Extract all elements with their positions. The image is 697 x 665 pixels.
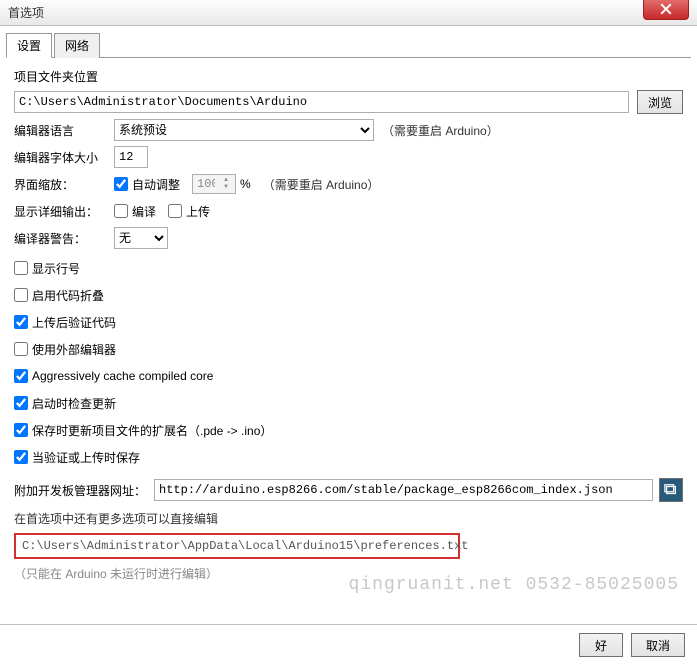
tab-settings[interactable]: 设置: [6, 33, 52, 58]
font-size-input[interactable]: [114, 146, 148, 168]
verbose-compile-label: 编译: [132, 203, 156, 220]
verbose-label: 显示详细输出：: [14, 203, 114, 220]
close-icon: [660, 3, 672, 15]
opt-aggressive-cache[interactable]: Aggressively cache compiled core: [14, 369, 213, 383]
options-list: 显示行号 启用代码折叠 上传后验证代码 使用外部编辑器 Aggressively…: [14, 257, 683, 468]
window-expand-icon: [664, 483, 678, 497]
verbose-upload-checkbox[interactable]: 上传: [168, 203, 210, 220]
scale-hint: （需要重启 Arduino）: [263, 176, 380, 193]
titlebar: 首选项: [0, 0, 697, 26]
scale-auto-label: 自动调整: [132, 176, 180, 193]
opt-code-folding[interactable]: 启用代码折叠: [14, 287, 104, 304]
editor-lang-hint: （需要重启 Arduino）: [382, 122, 499, 139]
window-close-button[interactable]: [643, 0, 689, 20]
scale-auto-checkbox[interactable]: 自动调整: [114, 176, 180, 193]
tab-bar: 设置 网络: [6, 32, 691, 58]
boards-url-expand-button[interactable]: [659, 478, 683, 502]
opt-line-numbers[interactable]: 显示行号: [14, 260, 80, 277]
scale-spinner[interactable]: ▲▼: [192, 174, 236, 194]
sketchbook-row: 浏览: [14, 90, 683, 114]
prefs-file-path[interactable]: C:\Users\Administrator\AppData\Local\Ard…: [14, 533, 460, 559]
opt-verify-after-upload[interactable]: 上传后验证代码: [14, 314, 116, 331]
font-size-row: 编辑器字体大小: [14, 146, 683, 168]
sketchbook-heading: 项目文件夹位置: [14, 68, 683, 85]
verbose-compile-input[interactable]: [114, 204, 128, 218]
ok-button[interactable]: 好: [579, 633, 623, 657]
opt-save-on-verify[interactable]: 当验证或上传时保存: [14, 449, 140, 466]
spinner-buttons[interactable]: ▲▼: [219, 177, 233, 191]
verbose-upload-input[interactable]: [168, 204, 182, 218]
tab-network[interactable]: 网络: [54, 33, 100, 58]
scale-auto-input[interactable]: [114, 177, 128, 191]
scale-percent: %: [240, 177, 251, 191]
window-title: 首选项: [8, 4, 44, 21]
scale-value-input[interactable]: [193, 173, 219, 195]
opt-external-editor[interactable]: 使用外部编辑器: [14, 341, 116, 358]
warnings-label: 编译器警告：: [14, 230, 114, 247]
scale-label: 界面缩放：: [14, 176, 114, 193]
boards-url-row: 附加开发板管理器网址：: [14, 478, 683, 502]
settings-panel: 项目文件夹位置 浏览 编辑器语言 系统预设 （需要重启 Arduino） 编辑器…: [0, 58, 697, 624]
preferences-dialog: 首选项 设置 网络 项目文件夹位置 浏览 编辑器语言 系统预设 （需要重启 Ar…: [0, 0, 697, 665]
verbose-compile-checkbox[interactable]: 编译: [114, 203, 156, 220]
editor-lang-label: 编辑器语言: [14, 122, 114, 139]
dialog-footer: 好 取消: [0, 624, 697, 665]
sketchbook-path-input[interactable]: [14, 91, 629, 113]
editor-lang-select[interactable]: 系统预设: [114, 119, 374, 141]
boards-url-label: 附加开发板管理器网址：: [14, 482, 154, 499]
font-size-label: 编辑器字体大小: [14, 149, 114, 166]
scale-row: 界面缩放： 自动调整 ▲▼ % （需要重启 Arduino）: [14, 173, 683, 195]
more-prefs-text: 在首选项中还有更多选项可以直接编辑: [14, 510, 683, 527]
opt-check-updates[interactable]: 启动时检查更新: [14, 395, 116, 412]
verbose-upload-label: 上传: [186, 203, 210, 220]
warnings-row: 编译器警告： 无: [14, 227, 683, 249]
warnings-select[interactable]: 无: [114, 227, 168, 249]
browse-button[interactable]: 浏览: [637, 90, 683, 114]
boards-url-input[interactable]: [154, 479, 653, 501]
opt-update-ext[interactable]: 保存时更新项目文件的扩展名（.pde -> .ino）: [14, 422, 272, 439]
editor-lang-row: 编辑器语言 系统预设 （需要重启 Arduino）: [14, 119, 683, 141]
prefs-file-note: （只能在 Arduino 未运行时进行编辑）: [14, 565, 683, 582]
cancel-button[interactable]: 取消: [631, 633, 685, 657]
verbose-row: 显示详细输出： 编译 上传: [14, 200, 683, 222]
